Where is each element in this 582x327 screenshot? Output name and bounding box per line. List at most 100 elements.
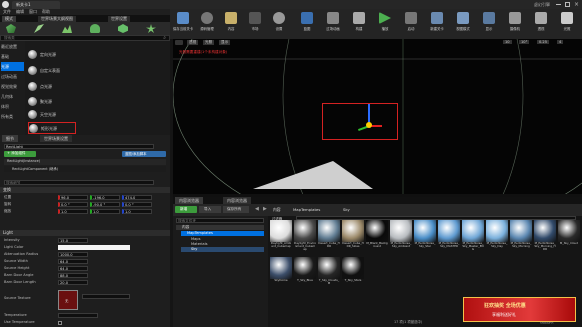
component-row[interactable]: RectLightComponent (继承) xyxy=(4,166,166,172)
location-x[interactable]: 96.0 xyxy=(58,195,88,200)
ad-banner[interactable]: 狂欢抽奖 全场优惠 享福利送好礼 xyxy=(463,297,576,322)
launch-button[interactable]: 启动 xyxy=(400,12,422,36)
source-width-field[interactable]: 64.0 xyxy=(58,259,88,264)
tab-details[interactable]: 细节 xyxy=(2,135,18,142)
asset-tile[interactable]: M_PerlinNoise_Sky_Morning xyxy=(510,220,532,252)
view-options-button[interactable] xyxy=(175,40,183,45)
asset-tile[interactable]: SkyDome xyxy=(270,257,292,289)
scale-snap-value[interactable]: 0.25 xyxy=(537,40,550,44)
market-button[interactable]: 市场 xyxy=(244,12,266,36)
list-item[interactable]: 自定义表面 xyxy=(28,65,158,77)
asset-tile[interactable]: Desert_Cube_HDR_Skies xyxy=(342,220,364,252)
cat-lights[interactable]: 光源 xyxy=(1,62,24,71)
place-mode-icon[interactable] xyxy=(6,24,16,33)
breadcrumb-maptemplates[interactable]: MapTemplates xyxy=(293,207,320,212)
asset-tile[interactable]: M_Sky_Cloud xyxy=(558,220,580,252)
list-item[interactable]: 定向光源 xyxy=(28,49,158,61)
asset-tile[interactable]: M_PerlinNoise_Sky_Morning_HDR xyxy=(534,220,556,252)
asset-tile[interactable]: M_PerlinNoise_Sky_Day xyxy=(486,220,508,252)
add-component-button[interactable]: + 添加组件 xyxy=(4,151,36,157)
rotation-x[interactable]: 0.0 ° xyxy=(58,202,88,207)
lighting-label[interactable]: 光照 xyxy=(203,40,215,45)
mesh-mode-icon[interactable] xyxy=(146,24,156,33)
save-level-button[interactable]: 保存当前关卡 xyxy=(172,12,194,36)
scale-y[interactable]: 1.0 xyxy=(90,209,120,214)
root-component-row[interactable]: RectLight(Instance) xyxy=(4,159,166,165)
asset-tile[interactable]: T_Sky_Stars xyxy=(342,257,364,289)
tab-world-settings-details[interactable]: 世界场景设置 xyxy=(40,135,72,142)
asset-tile[interactable]: M_PerlinNoise_Sky_MASTER xyxy=(438,220,460,252)
light-color-swatch[interactable] xyxy=(58,245,130,250)
list-item[interactable]: 点光源 xyxy=(28,81,158,93)
source-texture-thumb[interactable]: 无 xyxy=(58,290,78,310)
foliage-mode-icon[interactable] xyxy=(90,24,100,33)
close-button[interactable]: × xyxy=(574,1,579,8)
light-section[interactable]: Light xyxy=(0,230,170,236)
rotate-snap-value[interactable]: 10° xyxy=(519,40,530,44)
rotation-y[interactable]: -90.0 ° xyxy=(90,202,120,207)
camera-button[interactable]: 摄像机 xyxy=(504,12,526,36)
view-mode-button[interactable]: 视图模式 xyxy=(452,12,474,36)
back-icon[interactable]: ◀ xyxy=(255,206,259,212)
asset-tile[interactable]: M_PerlinNoise_Sky_Master_ENG xyxy=(462,220,484,252)
texture-dropdown[interactable] xyxy=(82,294,130,299)
location-z[interactable]: 474.0 xyxy=(122,195,152,200)
minimize-button[interactable] xyxy=(556,4,561,5)
cat-cinematic[interactable]: 过场动画 xyxy=(1,72,24,81)
breadcrumb-sky[interactable]: Sky xyxy=(343,207,350,212)
blueprint-button[interactable]: 蓝图/添加脚本 xyxy=(122,151,166,157)
geometry-mode-icon[interactable] xyxy=(118,24,128,33)
cat-geometry[interactable]: 几何体 xyxy=(1,92,24,101)
temperature-field[interactable] xyxy=(58,313,98,318)
asset-tile[interactable]: Daylight_Ambient_Cubemap xyxy=(270,220,292,252)
asset-tile[interactable]: M_PerlinNoise_Sky_Star xyxy=(414,220,436,252)
add-new-button[interactable]: 新增 xyxy=(175,206,197,213)
import-button[interactable]: 导入 xyxy=(199,206,221,213)
barn-door-length-field[interactable]: 20.0 xyxy=(58,280,88,285)
list-item-rect-light[interactable]: 矩形光源 xyxy=(28,122,76,134)
cat-recent[interactable]: 最近放置 xyxy=(1,42,24,51)
paint-mode-icon[interactable] xyxy=(34,24,44,33)
list-item[interactable]: 聚光源 xyxy=(28,96,158,108)
settings-button[interactable]: 设置 xyxy=(268,12,290,36)
cat-volumes[interactable]: 体积 xyxy=(1,102,24,111)
asset-tile[interactable]: M_Black_Background xyxy=(366,220,388,252)
tree-item-maptemplates[interactable]: MapTemplates xyxy=(181,231,264,236)
asset-tile[interactable]: Daylight_Environment_Cubemap xyxy=(294,220,316,252)
content-button[interactable]: 内容 xyxy=(220,12,242,36)
use-temperature-checkbox[interactable] xyxy=(58,321,62,325)
show-label[interactable]: 显示 xyxy=(219,40,231,45)
lighting-button[interactable]: 光照 xyxy=(556,12,578,36)
folder-search-input[interactable]: 搜索文件夹 xyxy=(176,218,264,223)
new-level-button[interactable]: 新建关卡 xyxy=(426,12,448,36)
attenuation-field[interactable]: 1000.0 xyxy=(58,252,88,257)
show-button[interactable]: 显示 xyxy=(478,12,500,36)
scale-x[interactable]: 1.0 xyxy=(58,209,88,214)
play-button[interactable]: 播放 xyxy=(374,12,396,36)
tab-content-browser[interactable]: 内容浏览器 xyxy=(175,197,203,204)
build-button[interactable]: 构建 xyxy=(348,12,370,36)
intensity-field[interactable]: 15.0 xyxy=(58,238,88,243)
actor-name-field[interactable]: RectLight xyxy=(4,144,154,149)
perspective-button[interactable]: 透视 xyxy=(530,12,552,36)
tab-content-browser-2[interactable]: 内容浏览器 xyxy=(223,197,251,204)
save-all-button[interactable]: 保存所有 xyxy=(223,206,249,213)
tree-root[interactable]: 内容 xyxy=(176,225,264,230)
cat-visual-effects[interactable]: 视觉效果 xyxy=(1,82,24,91)
window-tab[interactable]: 新关卡1 xyxy=(12,1,60,9)
tree-item-sky[interactable]: Sky xyxy=(181,247,264,252)
rotation-z[interactable]: 0.0 ° xyxy=(122,202,152,207)
list-item[interactable]: 天空光源 xyxy=(28,109,158,121)
forward-icon[interactable]: ▶ xyxy=(263,206,267,212)
asset-tile[interactable]: Desert_Cube_HDR xyxy=(318,220,340,252)
scale-z[interactable]: 1.0 xyxy=(122,209,152,214)
breadcrumb-content[interactable]: 内容 xyxy=(273,207,281,213)
perspective-label[interactable]: 透视 xyxy=(187,40,199,45)
asset-tile[interactable]: M_PerlinNoise_Sky_Ambient xyxy=(390,220,412,252)
location-y[interactable]: -196.0 xyxy=(90,195,120,200)
barn-door-angle-field[interactable]: 88.0 xyxy=(58,273,88,278)
asset-tile[interactable]: T_Sky_Clouds_M xyxy=(318,257,340,289)
maximize-button[interactable] xyxy=(565,2,570,7)
blueprints-button[interactable]: 蓝图 xyxy=(296,12,318,36)
asset-tile[interactable]: T_Sky_Blue xyxy=(294,257,316,289)
